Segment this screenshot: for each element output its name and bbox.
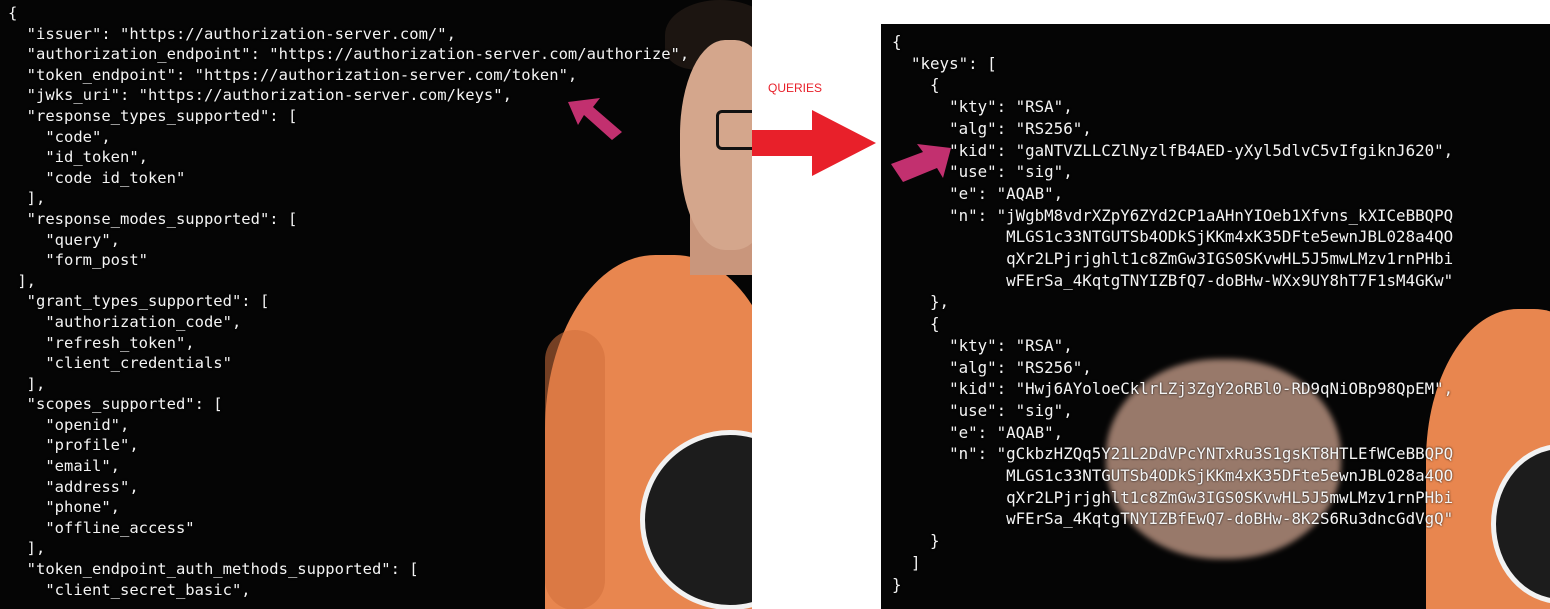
right-arrow-icon bbox=[752, 110, 876, 176]
kid-pointer-arrow-icon bbox=[891, 144, 951, 182]
jwks-json-text: { "keys": [ { "kty": "RSA", "alg": "RS25… bbox=[892, 32, 1454, 594]
jwks-uri-pointer-arrow-icon bbox=[568, 98, 622, 140]
presenter-glasses bbox=[716, 110, 752, 150]
jwks-keys-panel: { "keys": [ { "kty": "RSA", "alg": "RS25… bbox=[881, 24, 1550, 609]
queries-label: QUERIES bbox=[768, 81, 823, 95]
discovery-document-panel: { "issuer": "https://authorization-serve… bbox=[0, 0, 752, 609]
